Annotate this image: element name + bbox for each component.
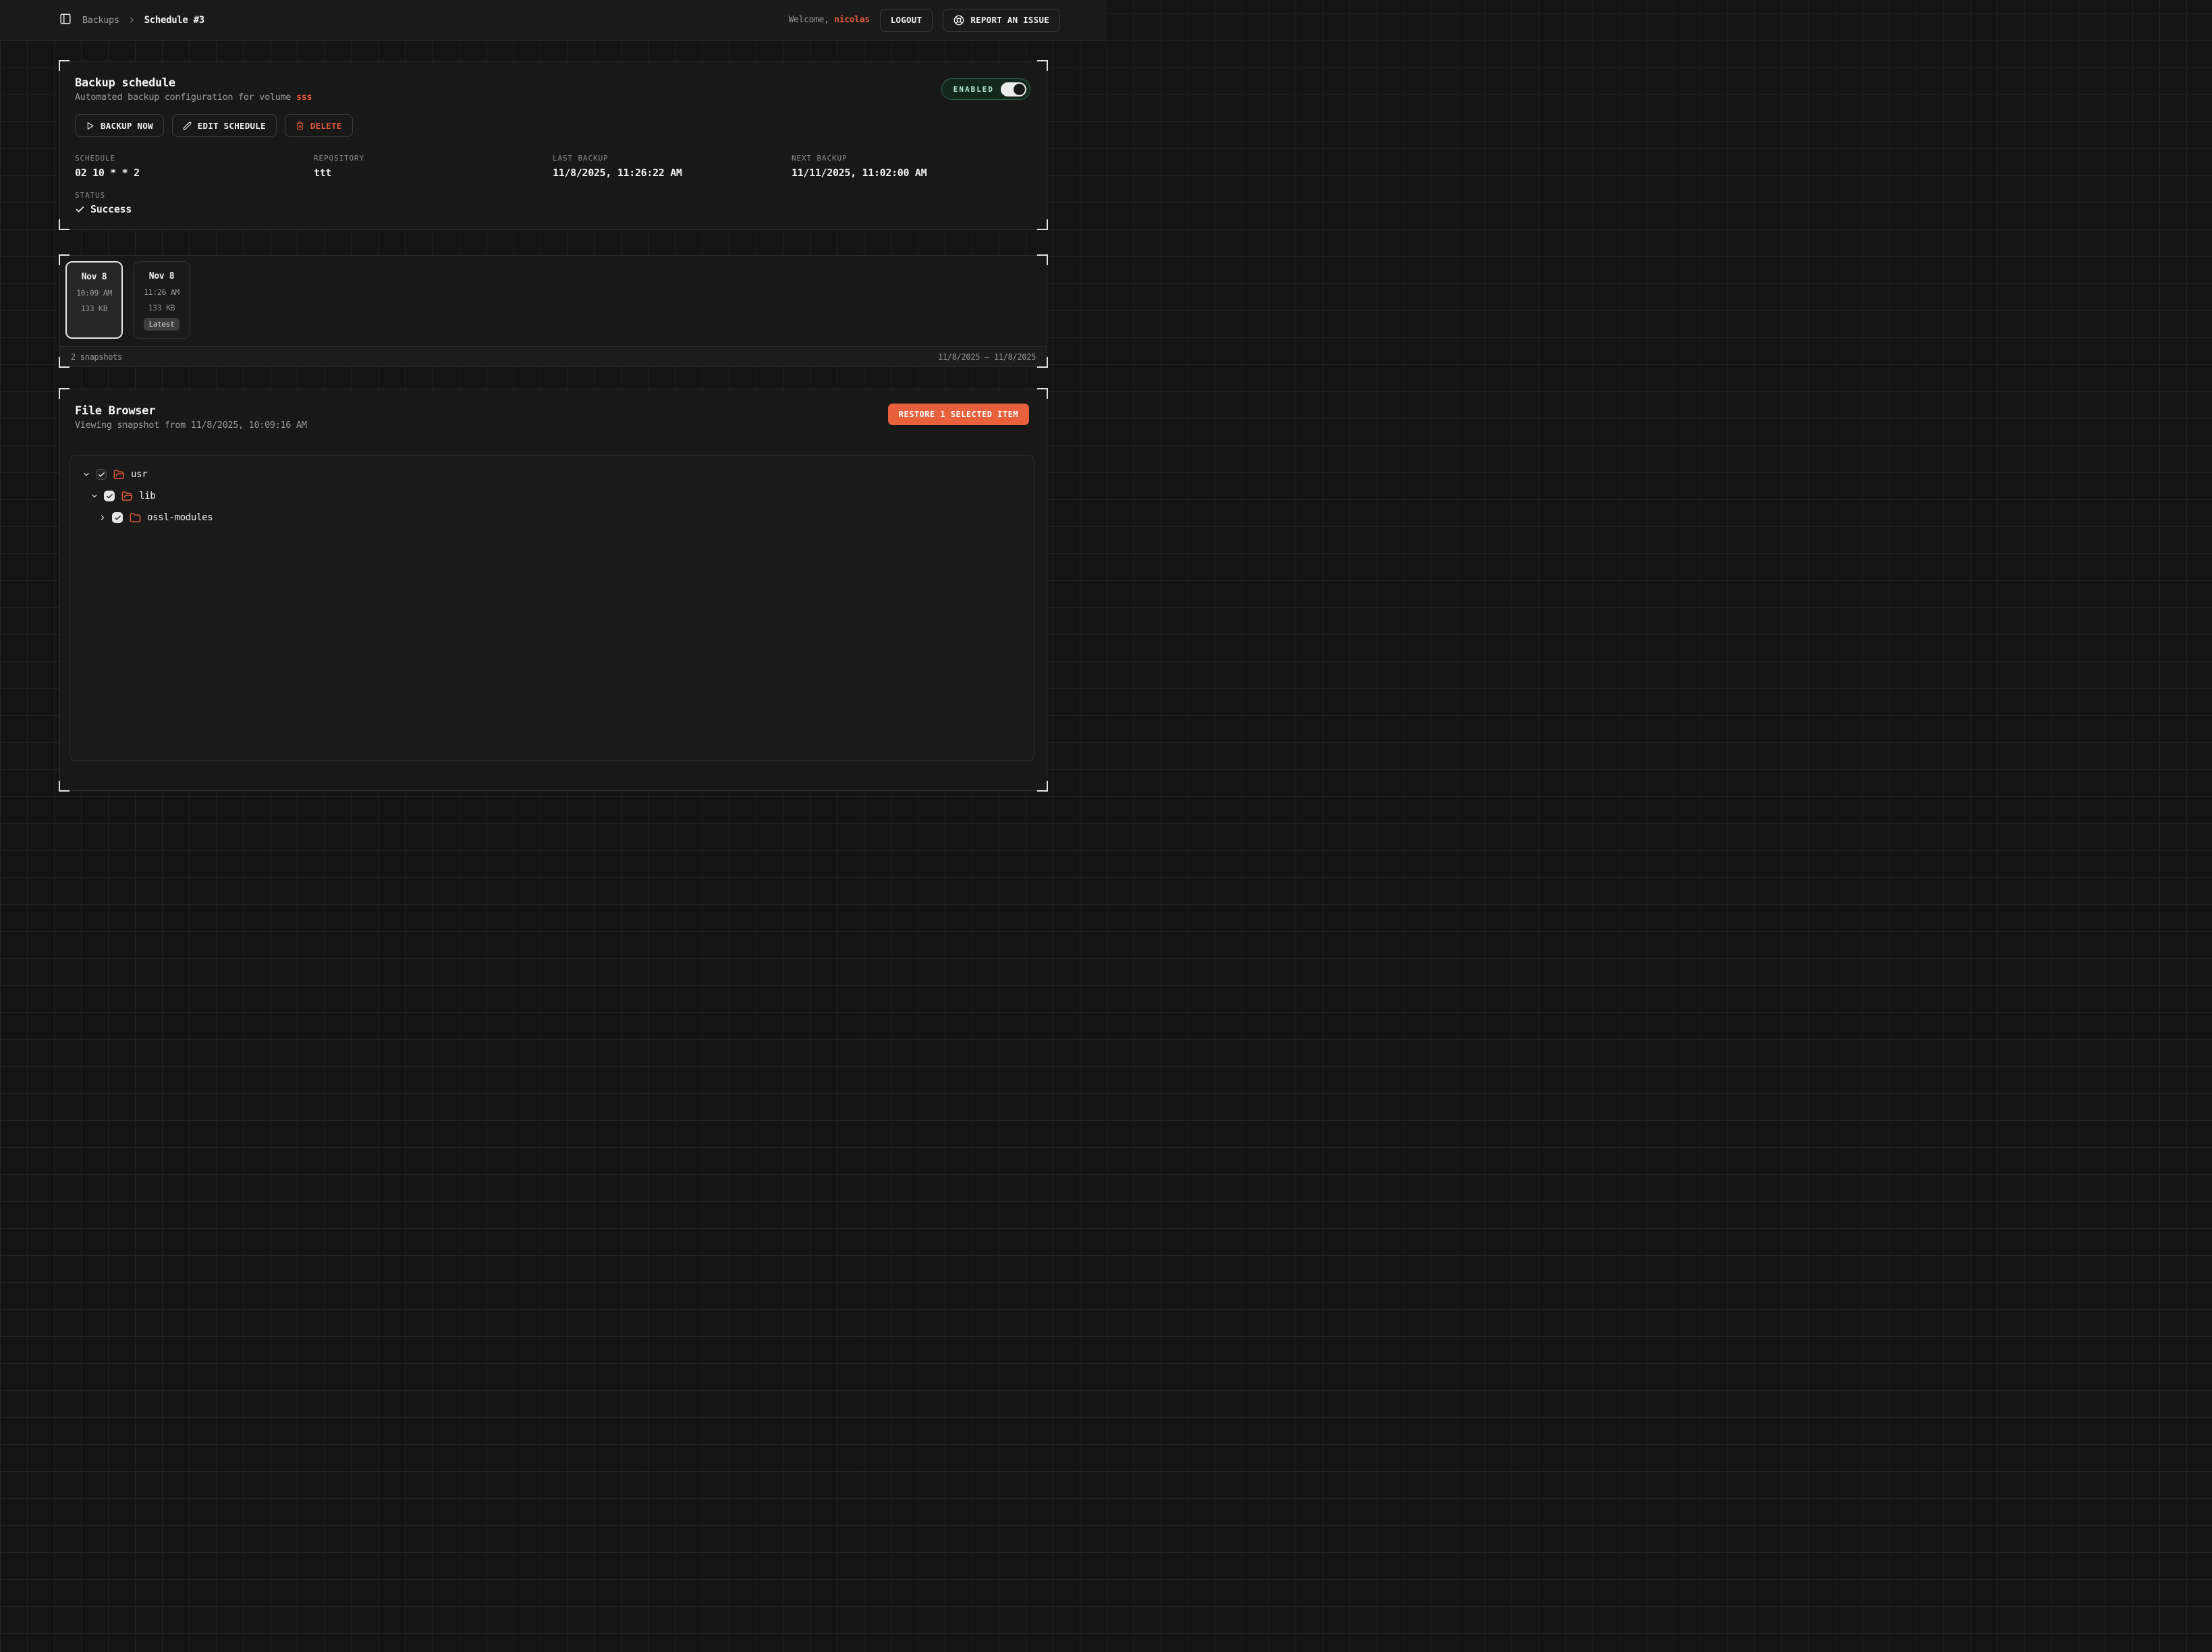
corner-bracket (1037, 388, 1048, 399)
field-label: LAST BACKUP (553, 154, 792, 163)
snapshot-time: 10:09 AM (76, 288, 112, 298)
tree-item-ossl-modules[interactable]: ossl-modules (70, 507, 1034, 528)
corner-bracket (59, 781, 70, 792)
delete-button[interactable]: DELETE (285, 114, 353, 137)
card-subtitle: Automated backup configuration for volum… (75, 92, 1030, 103)
latest-badge: Latest (144, 318, 180, 331)
enabled-label: ENABLED (953, 85, 994, 94)
folder-open-icon (113, 469, 125, 480)
volume-name: sss (296, 92, 312, 103)
report-issue-button[interactable]: REPORT AN ISSUE (943, 9, 1060, 32)
breadcrumb-parent[interactable]: Backups (82, 15, 119, 26)
chevron-right-icon[interactable] (99, 514, 107, 522)
logout-button[interactable]: LOGOUT (880, 9, 933, 32)
field-last-backup: LAST BACKUP 11/8/2025, 11:26:22 AM (553, 154, 792, 179)
status-block: STATUS Success (75, 191, 1030, 215)
field-schedule: SCHEDULE 02 10 * * 2 (75, 154, 314, 179)
tree-item-label: usr (131, 469, 147, 480)
checkbox-checked[interactable] (96, 469, 107, 480)
snapshot-card-selected[interactable]: Nov 8 10:09 AM 133 KB (65, 261, 123, 339)
field-label: SCHEDULE (75, 154, 314, 163)
corner-bracket (59, 388, 70, 399)
field-value: 11/11/2025, 11:02:00 AM (792, 167, 1030, 179)
chevron-down-icon[interactable] (90, 492, 99, 500)
corner-bracket (1037, 781, 1048, 792)
status-value: Success (90, 203, 132, 215)
corner-bracket (1037, 60, 1048, 71)
corner-bracket (1037, 254, 1048, 265)
snapshot-time: 11:26 AM (144, 287, 179, 297)
edit-schedule-button[interactable]: EDIT SCHEDULE (172, 114, 277, 137)
pencil-icon (183, 121, 192, 130)
check-icon (75, 204, 85, 215)
checkbox-checked[interactable] (112, 512, 123, 523)
card-title: Backup schedule (75, 76, 1030, 90)
tree-item-label: lib (139, 491, 155, 501)
checkbox-checked[interactable] (104, 491, 115, 501)
snapshot-date: Nov 8 (149, 271, 175, 281)
snapshot-date-range: 11/8/2025 – 11/8/2025 (938, 352, 1036, 362)
field-label: REPOSITORY (314, 154, 553, 163)
field-next-backup: NEXT BACKUP 11/11/2025, 11:02:00 AM (792, 154, 1030, 179)
toggle-switch[interactable] (1001, 82, 1026, 97)
corner-bracket (1037, 357, 1048, 368)
chevron-right-icon (128, 16, 136, 24)
snapshot-size: 133 KB (81, 304, 108, 313)
sidebar-toggle-button[interactable] (59, 13, 72, 27)
trash-icon (296, 121, 304, 130)
status-label: STATUS (75, 191, 1030, 200)
folder-icon (130, 512, 141, 524)
restore-selected-button[interactable]: RESTORE 1 SELECTED ITEM (888, 404, 1029, 425)
folder-open-icon (121, 491, 133, 502)
chevron-down-icon[interactable] (82, 470, 90, 478)
lifebuoy-icon (953, 15, 964, 26)
file-tree-panel: usr lib (70, 455, 1034, 761)
breadcrumb-current: Schedule #3 (144, 15, 204, 26)
backup-now-button[interactable]: BACKUP NOW (75, 114, 164, 137)
tree-item-lib[interactable]: lib (70, 485, 1034, 507)
top-navbar: Backups Schedule #3 Welcome, nicolas LOG… (0, 0, 1106, 40)
field-value: 11/8/2025, 11:26:22 AM (553, 167, 792, 179)
field-value: 02 10 * * 2 (75, 167, 314, 179)
snapshots-section: Nov 8 10:09 AM 133 KB Nov 8 11:26 AM 133… (59, 255, 1047, 367)
field-label: NEXT BACKUP (792, 154, 1030, 163)
play-icon (86, 121, 94, 130)
snapshot-date: Nov 8 (82, 272, 107, 282)
tree-item-usr[interactable]: usr (70, 464, 1034, 485)
corner-bracket (59, 60, 70, 71)
welcome-text: Welcome, nicolas (789, 15, 870, 25)
snapshot-count: 2 snapshots (71, 352, 122, 362)
corner-bracket (59, 254, 70, 265)
enabled-toggle[interactable]: ENABLED (941, 78, 1030, 100)
toggle-knob (1014, 84, 1025, 95)
corner-bracket (59, 357, 70, 368)
backup-schedule-card: Backup schedule Automated backup configu… (59, 61, 1047, 229)
tree-item-label: ossl-modules (147, 512, 213, 523)
snapshots-footer: 2 snapshots 11/8/2025 – 11/8/2025 (60, 346, 1047, 366)
file-browser-card: File Browser Viewing snapshot from 11/8/… (59, 389, 1047, 791)
snapshot-size: 133 KB (148, 303, 175, 312)
breadcrumb: Backups Schedule #3 (82, 15, 204, 26)
field-value: ttt (314, 167, 553, 179)
schedule-fields: SCHEDULE 02 10 * * 2 REPOSITORY ttt LAST… (75, 154, 1030, 179)
snapshot-card-latest[interactable]: Nov 8 11:26 AM 133 KB Latest (133, 261, 190, 339)
field-repository: REPOSITORY ttt (314, 154, 553, 179)
username: nicolas (834, 15, 870, 25)
panel-left-icon (59, 13, 72, 27)
corner-bracket (1037, 219, 1048, 230)
corner-bracket (59, 219, 70, 230)
